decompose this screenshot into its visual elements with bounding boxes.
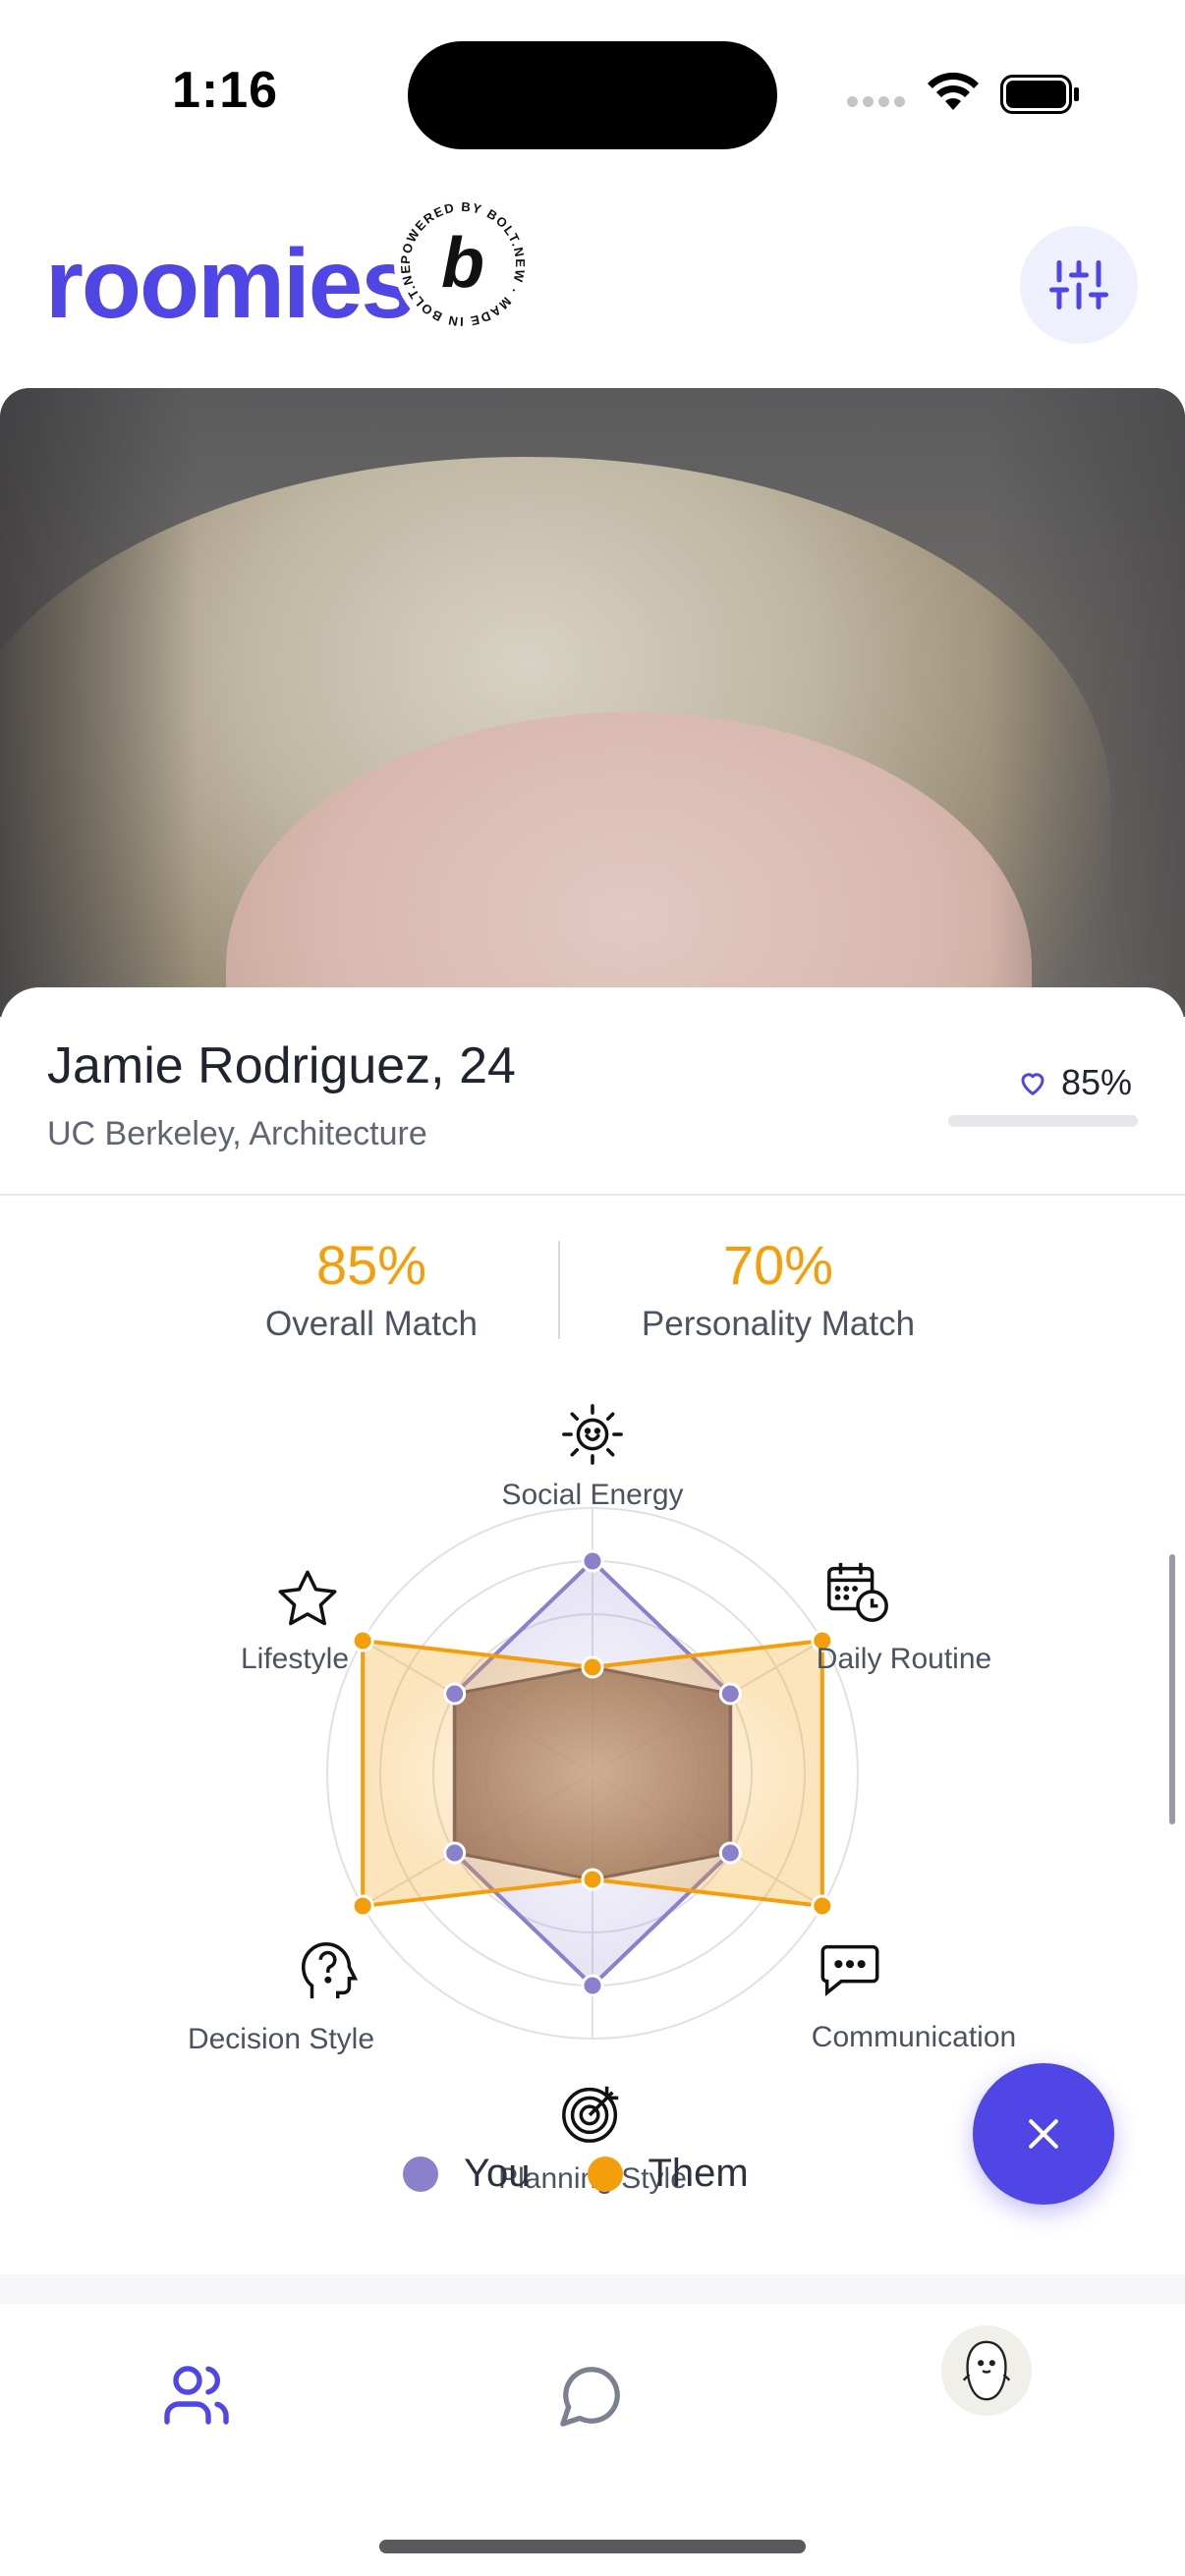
radar-point-you: [718, 1682, 742, 1706]
radar-point-you: [443, 1682, 467, 1706]
battery-icon: [1000, 75, 1079, 114]
potato-avatar-icon: [962, 2340, 1011, 2401]
calendar-clock-icon: [827, 1562, 888, 1622]
dynamic-island: [408, 41, 777, 149]
bottom-separator: [0, 2274, 1185, 2304]
legend-swatch-you: [403, 2156, 438, 2192]
radar-point-them: [811, 1894, 834, 1918]
tab-messages[interactable]: [547, 2351, 636, 2439]
tab-profile-avatar[interactable]: [941, 2325, 1032, 2416]
svg-text:b: b: [441, 224, 484, 303]
app-header: roomies POWERED BY BOLT.NEW · MADE IN BO…: [0, 177, 1185, 388]
profile-photo[interactable]: [0, 388, 1185, 1017]
radar-point-them: [581, 1868, 604, 1891]
chart-legend: You Them: [403, 2152, 806, 2196]
head-question-icon: [301, 1942, 359, 1999]
radar-point-you: [718, 1841, 742, 1865]
legend-item-you: You: [403, 2152, 531, 2196]
wifi-icon: [928, 72, 979, 110]
radar-point-you: [581, 1974, 604, 1997]
legend-item-them: Them: [587, 2152, 749, 2196]
chat-dots-icon: [820, 1944, 879, 1996]
legend-swatch-them: [587, 2156, 623, 2192]
star-icon: [278, 1570, 337, 1626]
legend-label-you: You: [464, 2152, 531, 2195]
radar-point-you: [581, 1549, 604, 1573]
tab-matches[interactable]: [152, 2351, 241, 2439]
close-icon: [1029, 2119, 1058, 2149]
chat-bubble-icon: [560, 2367, 620, 2427]
cellular-signal-icon: [847, 94, 910, 112]
sun-smile-icon: [562, 1404, 623, 1465]
target-icon: [562, 2086, 619, 2143]
filter-button[interactable]: [1020, 226, 1138, 344]
axis-label-social-energy: Social Energy: [501, 1479, 684, 1511]
sliders-icon: [1049, 260, 1108, 309]
radar-point-you: [443, 1841, 467, 1865]
axis-label-lifestyle: Lifestyle: [240, 1643, 350, 1675]
status-bar: 1:16: [0, 0, 1185, 177]
app-logo[interactable]: roomies: [45, 228, 416, 341]
home-indicator[interactable]: [379, 2540, 806, 2553]
users-icon: [164, 2366, 229, 2425]
bottom-navigation: [0, 2304, 1185, 2576]
radar-point-them: [581, 1655, 604, 1679]
axis-label-decision-style: Decision Style: [187, 2023, 375, 2055]
bolt-badge-logo[interactable]: POWERED BY BOLT.NEW · MADE IN BOLT.NEW ·…: [391, 193, 535, 336]
radar-point-them: [351, 1894, 374, 1918]
legend-label-them: Them: [648, 2152, 749, 2195]
dismiss-button[interactable]: [973, 2063, 1114, 2205]
axis-label-communication: Communication: [811, 2021, 1017, 2053]
status-time: 1:16: [172, 62, 279, 119]
scrollbar[interactable]: [1169, 1554, 1175, 1824]
radar-overlap-area: [453, 1665, 732, 1881]
axis-label-daily-routine: Daily Routine: [816, 1643, 992, 1675]
